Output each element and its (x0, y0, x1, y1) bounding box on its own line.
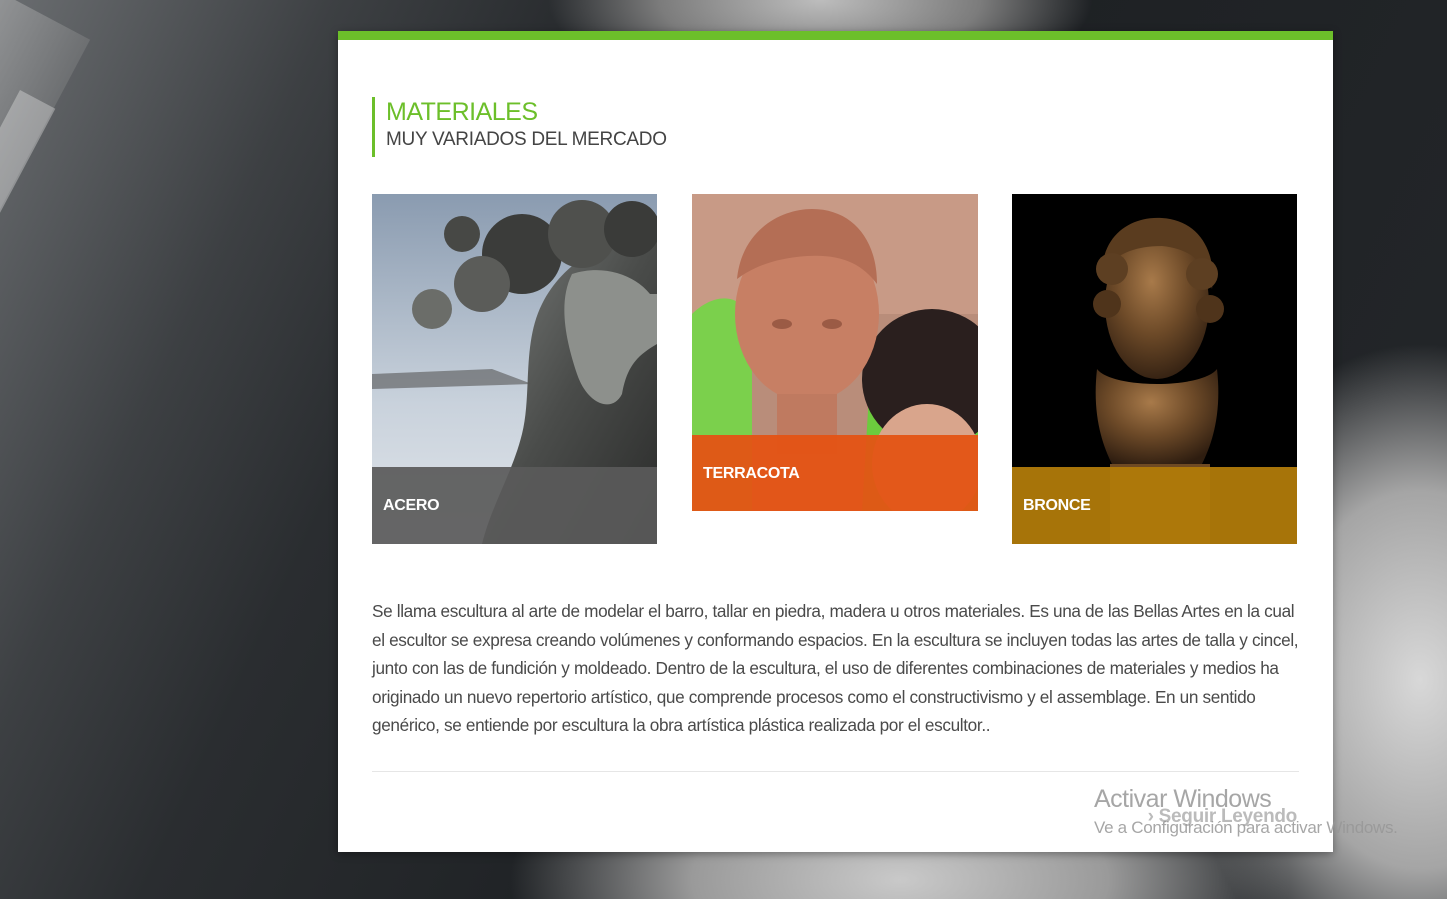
materials-modal: MATERIALES MUY VARIADOS DEL MERCADO ACER… (338, 31, 1333, 852)
watermark-title: Activar Windows (1094, 785, 1272, 813)
material-label-acero: ACERO (372, 467, 657, 544)
divider (372, 771, 1299, 772)
windows-activation-watermark: Activar Windows Ve a Configuración para … (1094, 782, 1398, 840)
material-card-bronce[interactable]: BRONCE (1012, 194, 1297, 544)
material-card-terracota[interactable]: TERRACOTA (692, 194, 978, 511)
material-label-terracota: TERRACOTA (692, 435, 978, 511)
description-text: Se llama escultura al arte de modelar el… (372, 601, 1299, 736)
section-title: MATERIALES (386, 98, 538, 126)
section-heading: MATERIALES MUY VARIADOS DEL MERCADO (372, 97, 667, 157)
material-label-bronce: BRONCE (1012, 467, 1297, 544)
watermark-subtitle: Ve a Configuración para activar Windows. (1094, 818, 1398, 837)
section-subtitle: MUY VARIADOS DEL MERCADO (386, 129, 667, 150)
material-card-acero[interactable]: ACERO (372, 194, 657, 544)
